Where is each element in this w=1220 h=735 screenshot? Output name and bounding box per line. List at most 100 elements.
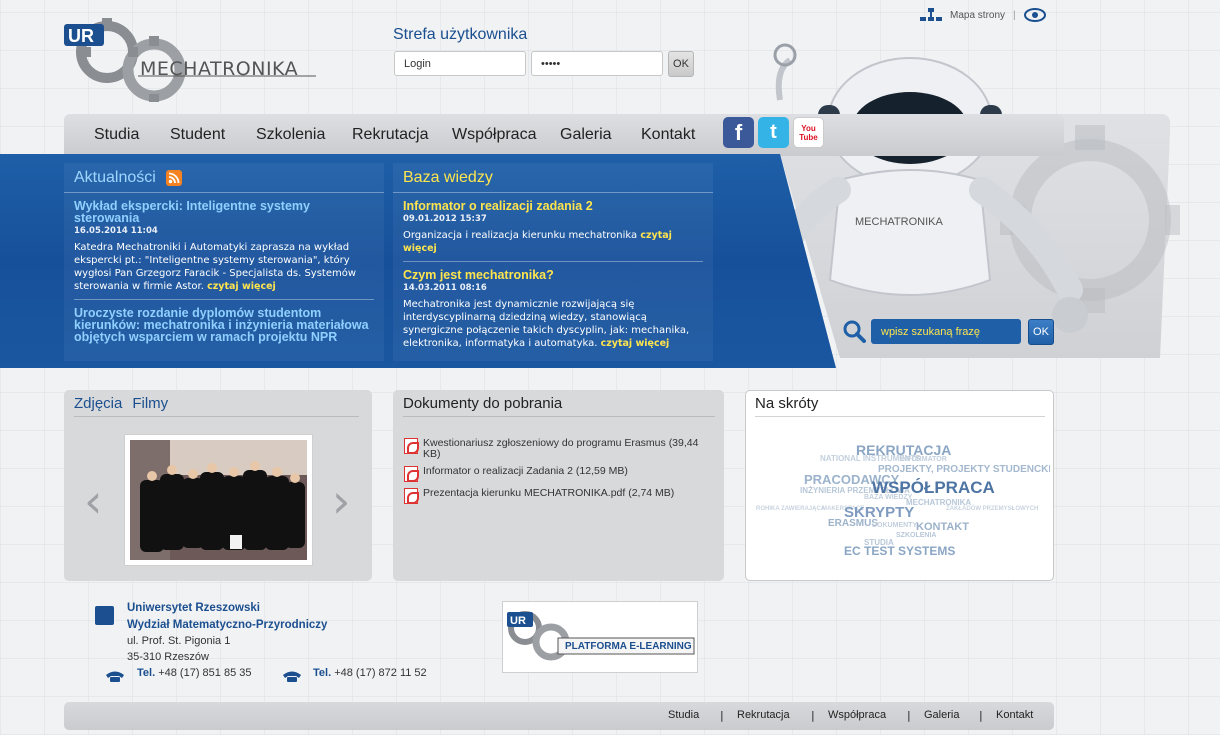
news-article-title[interactable]: Uroczyste rozdanie dyplomów studentom ki… — [74, 307, 374, 344]
eye-icon[interactable] — [1023, 8, 1046, 22]
phone-label: Tel. — [137, 667, 156, 679]
gallery-photo[interactable] — [124, 434, 313, 566]
documents-header: Dokumenty do pobrania — [403, 395, 715, 417]
tag-cloud-link[interactable]: DOKUMENTY — [872, 522, 917, 529]
knowledge-base-column: Baza wiedzy Informator o realizacji zada… — [393, 163, 713, 361]
gallery-prev-button[interactable]: ‹ — [84, 478, 102, 524]
phone-1: Tel. +48 (17) 851 85 35 — [137, 667, 251, 679]
kb-article-text: Organizacja i realizacja kierunku mechat… — [403, 229, 703, 255]
kb-article-date: 14.03.2011 08:16 — [403, 283, 487, 293]
pdf-icon — [404, 438, 419, 454]
graduation-photo-image — [130, 440, 307, 560]
nav-item-galeria[interactable]: Galeria — [560, 126, 612, 144]
top-links: Mapa strony | — [920, 6, 1046, 24]
news-article-date: 16.05.2014 11:04 — [74, 226, 158, 236]
nav-item-szkolenia[interactable]: Szkolenia — [256, 126, 325, 144]
tag-cloud-link[interactable]: ERASMUS — [828, 518, 878, 529]
password-field-value: ••••• — [541, 57, 561, 70]
login-ok-button[interactable]: OK — [668, 51, 694, 77]
sitemap-icon[interactable] — [920, 8, 942, 22]
nav-item-rekrutacja[interactable]: Rekrutacja — [352, 126, 428, 144]
nav-item-studia[interactable]: Studia — [94, 126, 139, 144]
elearning-label: PLATFORMA E-LEARNING — [565, 641, 692, 652]
read-more-link[interactable]: czytaj więcej — [601, 338, 670, 349]
tag-cloud-link[interactable]: PROJEKTY, PROJEKTY STUDENCKIE — [878, 464, 1050, 475]
login-field-value: Login — [404, 57, 431, 70]
elearning-banner[interactable]: UR PLATFORMA E-LEARNING — [502, 601, 698, 673]
tag-cloud: REKRUTACJA NATIONAL INSTRUMENTS INFORMAT… — [748, 430, 1050, 575]
document-link[interactable]: Kwestionariusz zgłoszeniowy do programu … — [404, 438, 710, 460]
gallery-next-button[interactable]: › — [332, 478, 350, 524]
svg-text:UR: UR — [68, 26, 94, 46]
phone-icon — [106, 671, 124, 682]
divider: | — [979, 709, 983, 722]
phone-number: +48 (17) 872 11 52 — [334, 667, 427, 679]
user-zone-title: Strefa użytkownika — [393, 26, 528, 43]
document-link[interactable]: Prezentacja kierunku MECHATRONIKA.pdf (2… — [404, 488, 710, 504]
tab-photos[interactable]: Zdjęcia — [74, 395, 122, 412]
kb-article-title[interactable]: Informator o realizacji zadania 2 — [403, 200, 703, 213]
media-tabs: Zdjęcia Filmy — [74, 395, 359, 417]
tab-films[interactable]: Filmy — [132, 395, 168, 412]
tag-cloud-link[interactable]: INFORMATOR — [900, 456, 947, 463]
kb-article-title[interactable]: Czym jest mechatronika? — [403, 269, 703, 282]
search-icon[interactable] — [842, 319, 866, 343]
faculty-name[interactable]: Wydział Matematyczno-Przyrodniczy — [127, 619, 327, 631]
phone-number: +48 (17) 851 85 35 — [158, 667, 252, 679]
footer-link-wspolpraca[interactable]: Współpraca — [828, 709, 886, 721]
document-label: Informator o realizacji Zadania 2 (12,59… — [423, 465, 628, 477]
read-more-link[interactable]: czytaj więcej — [207, 281, 276, 292]
nav-item-wspolpraca[interactable]: Współpraca — [452, 126, 536, 144]
site-logo[interactable]: UR MECHATRONIKA — [62, 14, 322, 102]
kb-article: Czym jest mechatronika? 14.03.2011 08:16… — [393, 262, 713, 350]
documents-title: Dokumenty do pobrania — [403, 395, 563, 412]
logo-text: MECHATRONIKA — [140, 58, 299, 80]
knowledge-base-title: Baza wiedzy — [403, 169, 493, 186]
search-ok-button[interactable]: OK — [1028, 319, 1054, 345]
news-article-title[interactable]: Wykład ekspercki: Inteligentne systemy s… — [74, 200, 374, 225]
divider: | — [1013, 9, 1016, 21]
address-city: 35-310 Rzeszów — [127, 651, 209, 663]
footer-link-galeria[interactable]: Galeria — [924, 709, 959, 721]
footer-link-rekrutacja[interactable]: Rekrutacja — [737, 709, 790, 721]
divider: | — [907, 709, 911, 722]
tag-cloud-link[interactable]: ROHIKA ZAWIERAJĄCA — [756, 506, 825, 512]
footer-nav-bar — [64, 702, 1054, 730]
nav-item-student[interactable]: Student — [170, 126, 225, 144]
news-column: Aktualności Wykład ekspercki: Inteligent… — [64, 163, 384, 361]
twitter-icon[interactable]: t — [758, 117, 789, 148]
tag-cloud-link[interactable]: ZAKŁADÓW PRZEMYSŁOWYCH — [946, 506, 1038, 512]
login-field[interactable]: Login — [394, 51, 526, 76]
address-street: ul. Prof. St. Pigonia 1 — [127, 635, 231, 647]
tag-cloud-link[interactable]: SZKOLENIA — [896, 532, 936, 539]
university-name[interactable]: Uniwersytet Rzeszowski — [127, 602, 260, 614]
rss-icon[interactable] — [165, 170, 182, 186]
tag-cloud-link[interactable]: EC TEST SYSTEMS — [844, 544, 955, 558]
footer-link-studia[interactable]: Studia — [668, 709, 699, 721]
news-title: Aktualności — [74, 169, 156, 186]
sitemap-link[interactable]: Mapa strony — [950, 10, 1005, 21]
nav-item-kontakt[interactable]: Kontakt — [641, 126, 695, 144]
kb-article-body: Organizacja i realizacja kierunku mechat… — [403, 230, 638, 241]
university-logo-icon — [95, 606, 114, 625]
pdf-icon — [404, 466, 419, 482]
document-link[interactable]: Informator o realizacji Zadania 2 (12,59… — [404, 466, 710, 482]
footer-link-kontakt[interactable]: Kontakt — [996, 709, 1033, 721]
svg-text:UR: UR — [510, 615, 526, 627]
divider: | — [720, 709, 724, 722]
kb-article: Informator o realizacji zadania 2 09.01.… — [393, 193, 713, 255]
facebook-icon[interactable]: f — [723, 117, 754, 148]
kb-article-text: Mechatronika jest dynamicznie rozwijając… — [403, 298, 703, 350]
document-label: Kwestionariusz zgłoszeniowy do programu … — [423, 437, 699, 460]
documents-list: Kwestionariusz zgłoszeniowy do programu … — [404, 438, 710, 504]
news-article: Uroczyste rozdanie dyplomów studentom ki… — [64, 300, 384, 344]
shortcuts-header: Na skróty — [755, 395, 1045, 417]
svg-text:MECHATRONIKA: MECHATRONIKA — [855, 216, 943, 228]
shortcuts-title: Na skróty — [755, 395, 819, 412]
search-input[interactable]: wpisz szukaną frazę — [871, 319, 1021, 344]
elearning-gear-icon: UR — [507, 611, 695, 661]
youtube-icon[interactable]: You Tube — [793, 117, 824, 148]
document-label: Prezentacja kierunku MECHATRONIKA.pdf (2… — [423, 487, 675, 499]
phone-2: Tel. +48 (17) 872 11 52 — [313, 667, 427, 679]
password-field[interactable]: ••••• — [531, 51, 663, 76]
